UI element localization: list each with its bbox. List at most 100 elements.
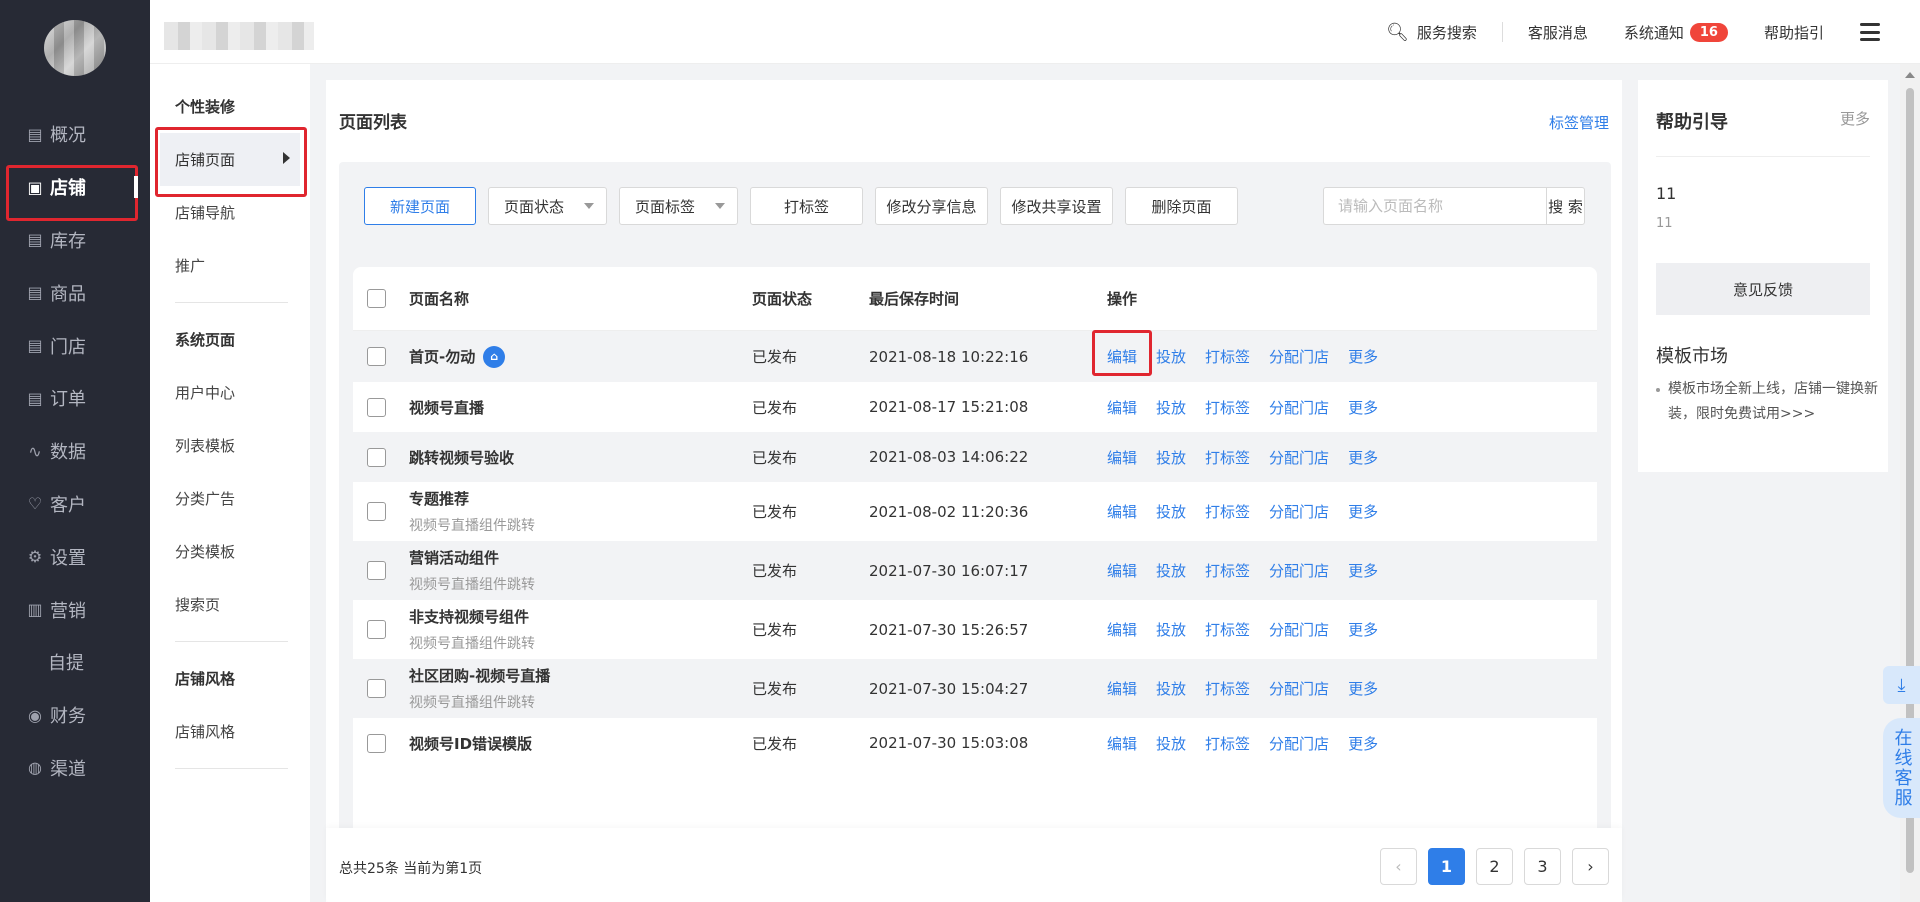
launch-link[interactable]: 投放 xyxy=(1156,346,1186,367)
tag-link[interactable]: 打标签 xyxy=(1205,447,1250,468)
online-service-button[interactable]: 在线客服 xyxy=(1883,718,1920,818)
assign-link[interactable]: 分配门店 xyxy=(1269,397,1329,418)
sidebar-item-label: 财务 xyxy=(50,706,86,728)
assign-link[interactable]: 分配门店 xyxy=(1269,560,1329,581)
more-link[interactable]: 更多 xyxy=(1348,346,1378,367)
delete-page-button[interactable]: 删除页面 xyxy=(1125,187,1238,225)
row-checkbox[interactable] xyxy=(367,733,386,753)
sidebar-item-8[interactable]: ⚙ 设置 xyxy=(0,530,150,583)
row-checkbox[interactable] xyxy=(367,447,386,467)
page-button[interactable]: 2 xyxy=(1476,848,1513,885)
edit-share-button[interactable]: 修改分享信息 xyxy=(875,187,988,225)
edit-link[interactable]: 编辑 xyxy=(1091,330,1153,376)
more-link[interactable]: 更多 xyxy=(1348,560,1378,581)
sidebar-item-12[interactable]: ◍ 渠道 xyxy=(0,742,150,795)
edit-link[interactable]: 编辑 xyxy=(1107,733,1137,754)
sidebar-item-4[interactable]: ▤ 门店 xyxy=(0,319,150,372)
launch-link[interactable]: 投放 xyxy=(1156,733,1186,754)
edit-link[interactable]: 编辑 xyxy=(1107,397,1137,418)
subnav-item-list-template[interactable]: 列表模板 xyxy=(150,419,310,472)
scroll-up-icon[interactable] xyxy=(1905,72,1915,78)
row-checkbox[interactable] xyxy=(367,620,386,639)
more-link[interactable]: 更多 xyxy=(1348,501,1378,522)
sidebar-item-5[interactable]: ▤ 订单 xyxy=(0,372,150,425)
page-status-select[interactable]: 页面状态 xyxy=(488,187,607,225)
sidebar-item-6[interactable]: ∿ 数据 xyxy=(0,425,150,478)
assign-link[interactable]: 分配门店 xyxy=(1269,733,1329,754)
assign-link[interactable]: 分配门店 xyxy=(1269,346,1329,367)
subnav-item-category-template[interactable]: 分类模板 xyxy=(150,525,310,578)
subnav-item-promotion[interactable]: 推广 xyxy=(150,239,310,292)
page-tag-select[interactable]: 页面标签 xyxy=(619,187,738,225)
edit-link[interactable]: 编辑 xyxy=(1107,447,1137,468)
help-guide-link[interactable]: 帮助指引 xyxy=(1764,22,1824,43)
next-page-icon[interactable]: › xyxy=(1572,848,1609,885)
launch-link[interactable]: 投放 xyxy=(1156,678,1186,699)
row-checkbox[interactable] xyxy=(367,679,386,698)
tag-link[interactable]: 打标签 xyxy=(1205,501,1250,522)
more-link[interactable]: 更多 xyxy=(1348,397,1378,418)
tag-link[interactable]: 打标签 xyxy=(1205,619,1250,640)
sidebar-item-10[interactable]: 自提 xyxy=(0,636,150,689)
subnav-item-user-center[interactable]: 用户中心 xyxy=(150,366,310,419)
more-link[interactable]: 更多 xyxy=(1348,447,1378,468)
search-input[interactable] xyxy=(1323,187,1546,225)
launch-link[interactable]: 投放 xyxy=(1156,560,1186,581)
row-checkbox[interactable] xyxy=(367,397,386,417)
system-notice-link[interactable]: 系统通知 16 xyxy=(1624,22,1728,43)
subnav-item-category-ad[interactable]: 分类广告 xyxy=(150,472,310,525)
tag-button[interactable]: 打标签 xyxy=(750,187,863,225)
assign-link[interactable]: 分配门店 xyxy=(1269,501,1329,522)
tag-link[interactable]: 打标签 xyxy=(1205,733,1250,754)
sidebar-item-11[interactable]: ◉ 财务 xyxy=(0,689,150,742)
subnav-item-store-style[interactable]: 店铺风格 xyxy=(150,705,310,758)
help-item-title[interactable]: 11 xyxy=(1656,184,1676,203)
sidebar-item-0[interactable]: ▤ 概况 xyxy=(0,108,150,161)
subnav-item-search-page[interactable]: 搜索页 xyxy=(150,578,310,631)
edit-link[interactable]: 编辑 xyxy=(1107,560,1137,581)
page-button[interactable]: 1 xyxy=(1428,848,1465,885)
tag-link[interactable]: 打标签 xyxy=(1205,397,1250,418)
feedback-button[interactable]: 意见反馈 xyxy=(1656,263,1870,315)
launch-link[interactable]: 投放 xyxy=(1156,501,1186,522)
sidebar-item-1[interactable]: ▣ 店铺 xyxy=(0,161,150,221)
tag-link[interactable]: 打标签 xyxy=(1205,346,1250,367)
more-link[interactable]: 更多 xyxy=(1348,619,1378,640)
more-link[interactable]: 更多 xyxy=(1348,678,1378,699)
menu-icon[interactable] xyxy=(1860,23,1880,41)
prev-page-icon[interactable]: ‹ xyxy=(1380,848,1417,885)
assign-link[interactable]: 分配门店 xyxy=(1269,447,1329,468)
edit-link[interactable]: 编辑 xyxy=(1107,678,1137,699)
new-page-button[interactable]: 新建页面 xyxy=(364,187,476,225)
more-link[interactable]: 更多 xyxy=(1348,733,1378,754)
subnav-item-store-nav[interactable]: 店铺导航 xyxy=(150,186,310,239)
avatar[interactable] xyxy=(44,20,106,76)
select-all-checkbox[interactable] xyxy=(367,289,386,308)
edit-co-share-button[interactable]: 修改共享设置 xyxy=(1000,187,1113,225)
tag-link[interactable]: 打标签 xyxy=(1205,560,1250,581)
row-checkbox[interactable] xyxy=(367,347,386,366)
customer-msg-link[interactable]: 客服消息 xyxy=(1528,22,1588,43)
search-button[interactable]: 搜 索 xyxy=(1546,187,1585,225)
help-more-link[interactable]: 更多 xyxy=(1840,108,1870,129)
row-checkbox[interactable] xyxy=(367,561,386,580)
tag-link[interactable]: 打标签 xyxy=(1205,678,1250,699)
launch-link[interactable]: 投放 xyxy=(1156,397,1186,418)
edit-link[interactable]: 编辑 xyxy=(1107,501,1137,522)
sidebar-item-7[interactable]: ♡ 客户 xyxy=(0,478,150,531)
sidebar-item-2[interactable]: ▤ 库存 xyxy=(0,214,150,267)
assign-link[interactable]: 分配门店 xyxy=(1269,678,1329,699)
assign-link[interactable]: 分配门店 xyxy=(1269,619,1329,640)
launch-link[interactable]: 投放 xyxy=(1156,619,1186,640)
template-market-link[interactable]: 模板市场全新上线，店铺一键换新装，限时免费试用>>> xyxy=(1656,377,1878,427)
service-search-link[interactable]: 🔍︎ 服务搜索 xyxy=(1386,22,1477,43)
row-checkbox[interactable] xyxy=(367,502,386,521)
download-icon[interactable]: ⤓ xyxy=(1883,666,1920,704)
launch-link[interactable]: 投放 xyxy=(1156,447,1186,468)
edit-link[interactable]: 编辑 xyxy=(1107,619,1137,640)
sidebar-item-3[interactable]: ▤ 商品 xyxy=(0,266,150,319)
tag-manage-link[interactable]: 标签管理 xyxy=(1549,112,1609,133)
page-button[interactable]: 3 xyxy=(1524,848,1561,885)
sidebar-item-9[interactable]: ▥ 营销 xyxy=(0,583,150,636)
subnav-item-store-page[interactable]: 店铺页面 xyxy=(155,127,307,197)
